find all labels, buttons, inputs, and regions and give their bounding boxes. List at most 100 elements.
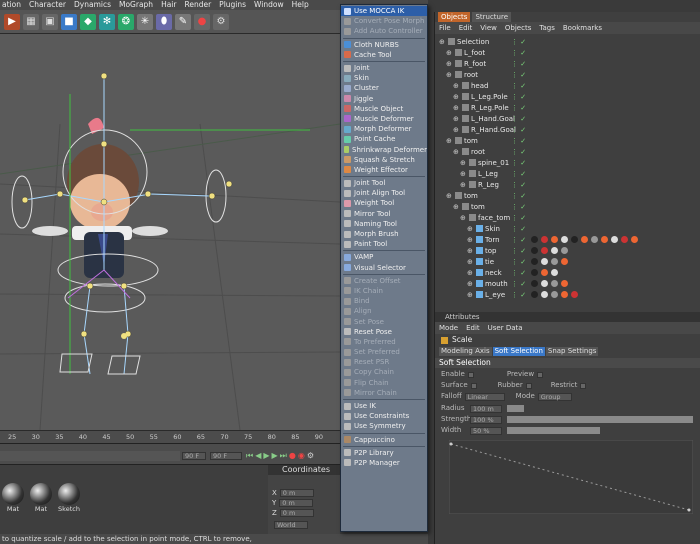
expand-icon[interactable]: ⊕ [446,71,452,79]
last-frame-icon[interactable]: ⏭ [280,451,287,461]
tag-icon[interactable] [551,247,558,254]
expand-icon[interactable]: ⊕ [453,93,459,101]
visibility-icon[interactable]: ⋮ ✓ [511,159,526,167]
tag-icon[interactable] [601,236,608,243]
coordinate-field[interactable]: 0 m [279,499,314,507]
object-menu-objects[interactable]: Objects [505,22,531,34]
object-menu-bookmarks[interactable]: Bookmarks [563,22,602,34]
python-icon[interactable]: ⚙ [213,13,229,30]
object-row[interactable]: ⊕ R_Hand.Goal ⋮ ✓ [435,124,700,135]
visibility-icon[interactable]: ⋮ ✓ [511,225,526,233]
menu-item-mirror-tool[interactable]: Mirror Tool [341,209,427,219]
menu-item-squash-stretch[interactable]: Squash & Stretch [341,155,427,165]
expand-icon[interactable]: ⊕ [467,269,473,277]
scene-icon[interactable]: ✳ [137,13,153,30]
visibility-icon[interactable]: ⋮ ✓ [511,258,526,266]
object-row[interactable]: ⊕ R_foot ⋮ ✓ [435,58,700,69]
visibility-icon[interactable]: ⋮ ✓ [511,192,526,200]
key-settings-icon[interactable]: ⚙ [307,451,314,461]
object-menu-view[interactable]: View [480,22,497,34]
object-menu-file[interactable]: File [439,22,451,34]
tag-icon[interactable] [561,247,568,254]
tag-icon[interactable] [571,291,578,298]
tab-objects[interactable]: Objects [438,12,471,22]
tag-icon[interactable] [541,291,548,298]
first-frame-icon[interactable]: ⏮ [246,451,253,461]
expand-icon[interactable]: ⊕ [453,126,459,134]
menu-item-use-symmetry[interactable]: Use Symmetry [341,421,427,431]
object-row[interactable]: ⊕ top ⋮ ✓ [435,245,700,256]
expand-icon[interactable]: ⊕ [467,291,473,299]
menu-item-point-cache[interactable]: Point Cache [341,134,427,144]
visibility-icon[interactable]: ⋮ ✓ [511,71,526,79]
camera-icon[interactable]: ✎ [175,13,191,30]
mode-select[interactable]: Group [537,392,572,401]
cube-icon[interactable]: ■ [61,13,77,30]
expand-icon[interactable]: ⊕ [467,247,473,255]
visibility-icon[interactable]: ⋮ ✓ [511,269,526,277]
visibility-icon[interactable]: ⋮ ✓ [511,214,526,222]
end-frame-field[interactable]: 90 F [182,452,206,460]
rubber-checkbox[interactable] [525,382,532,389]
expand-icon[interactable]: ⊕ [460,159,466,167]
expand-icon[interactable]: ⊕ [446,60,452,68]
object-row[interactable]: ⊕ L_eye ⋮ ✓ [435,289,700,300]
menu-ation[interactable]: ation [2,0,21,10]
menu-item-weight-tool[interactable]: Weight Tool [341,198,427,208]
attribute-menu-edit[interactable]: Edit [466,322,480,334]
expand-icon[interactable]: ⊕ [446,137,452,145]
tag-icon[interactable] [531,236,538,243]
object-row[interactable]: ⊕ head ⋮ ✓ [435,80,700,91]
tag-icon[interactable] [531,291,538,298]
visibility-icon[interactable]: ⋮ ✓ [511,137,526,145]
menu-item-reset-pose[interactable]: Reset Pose [341,327,427,337]
tag-icon[interactable] [531,258,538,265]
menu-item-cache-tool[interactable]: Cache Tool [341,50,427,60]
menu-item-jiggle[interactable]: Jiggle [341,94,427,104]
next-key-icon[interactable]: ▶ [272,451,278,461]
menu-item-joint-tool[interactable]: Joint Tool [341,178,427,188]
tag-icon[interactable] [591,236,598,243]
tag-icon[interactable] [541,258,548,265]
menu-item-weight-effector[interactable]: Weight Effector [341,165,427,175]
expand-icon[interactable]: ⊕ [453,104,459,112]
menu-item-shrinkwrap-deformer[interactable]: Shrinkwrap Deformer [341,144,427,154]
3d-viewport[interactable] [0,34,340,430]
menu-item-p2p-manager[interactable]: P2P Manager [341,458,427,468]
object-row[interactable]: ⊕ spine_01 ⋮ ✓ [435,157,700,168]
preview-checkbox[interactable] [537,371,544,378]
timeline[interactable]: 25 30 35 40 45 50 55 60 65 70 75 80 85 90 90 F 90 F ⏮… [0,430,340,464]
visibility-icon[interactable]: ⋮ ✓ [511,148,526,156]
expand-icon[interactable]: ⊕ [467,236,473,244]
tag-icon[interactable] [551,236,558,243]
object-row[interactable]: ⊕ R_Leg.Pole ⋮ ✓ [435,102,700,113]
object-row[interactable]: ⊕ mouth ⋮ ✓ [435,278,700,289]
attribute-menu-user-data[interactable]: User Data [488,322,523,334]
tag-icon[interactable] [571,236,578,243]
object-row[interactable]: ⊕ L_Leg ⋮ ✓ [435,168,700,179]
tag-icon[interactable] [561,280,568,287]
tag-icon[interactable] [551,269,558,276]
tag-icon[interactable] [531,247,538,254]
tab-structure[interactable]: Structure [472,12,512,22]
object-row[interactable]: ⊕ tom ⋮ ✓ [435,201,700,212]
coordinate-field[interactable]: 0 m [279,489,314,497]
menu-item-visual-selector[interactable]: Visual Selector [341,263,427,273]
radius-field[interactable]: 100 m [470,404,502,413]
menu-item-vamp[interactable]: VAMP [341,252,427,262]
expand-icon[interactable]: ⊕ [439,38,445,46]
coordinate-mode-select[interactable]: World [274,521,308,529]
menu-help[interactable]: Help [292,0,309,10]
object-row[interactable]: ⊕ tom ⋮ ✓ [435,135,700,146]
object-row[interactable]: ⊕ Selection ⋮ ✓ [435,36,700,47]
tag-icon[interactable] [611,236,618,243]
visibility-icon[interactable]: ⋮ ✓ [511,82,526,90]
falloff-curve-graph[interactable] [449,440,693,514]
menu-item-cappuccino[interactable]: Cappuccino [341,435,427,445]
visibility-icon[interactable]: ⋮ ✓ [511,236,526,244]
expand-icon[interactable]: ⊕ [446,49,452,57]
menu-item-morph-brush[interactable]: Morph Brush [341,229,427,239]
nurbs-icon[interactable]: ◆ [80,13,96,30]
visibility-icon[interactable]: ⋮ ✓ [511,60,526,68]
tag-icon[interactable] [561,291,568,298]
